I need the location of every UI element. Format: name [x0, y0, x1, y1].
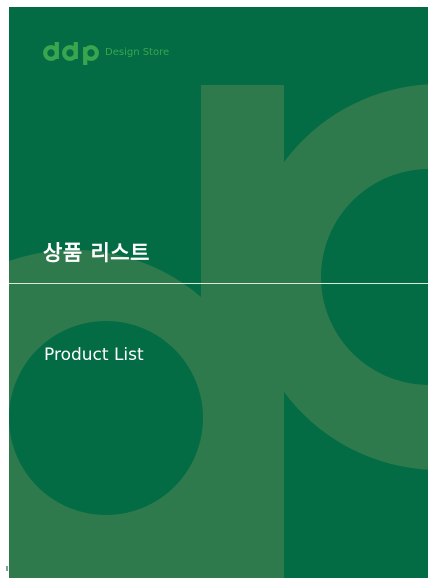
cover-divider-line — [9, 283, 428, 284]
brand-logo: Design Store — [43, 41, 169, 65]
ddp-logo-icon — [43, 42, 99, 65]
document-cover-page: Design Store 상품 리스트 Product List — [9, 7, 428, 578]
cover-title-english: Product List — [44, 345, 144, 365]
ddp-graphic-decoration — [9, 84, 428, 578]
cover-title-korean: 상품 리스트 — [43, 241, 150, 265]
brand-name: Design Store — [105, 46, 170, 58]
page-corner-mark — [6, 566, 8, 571]
